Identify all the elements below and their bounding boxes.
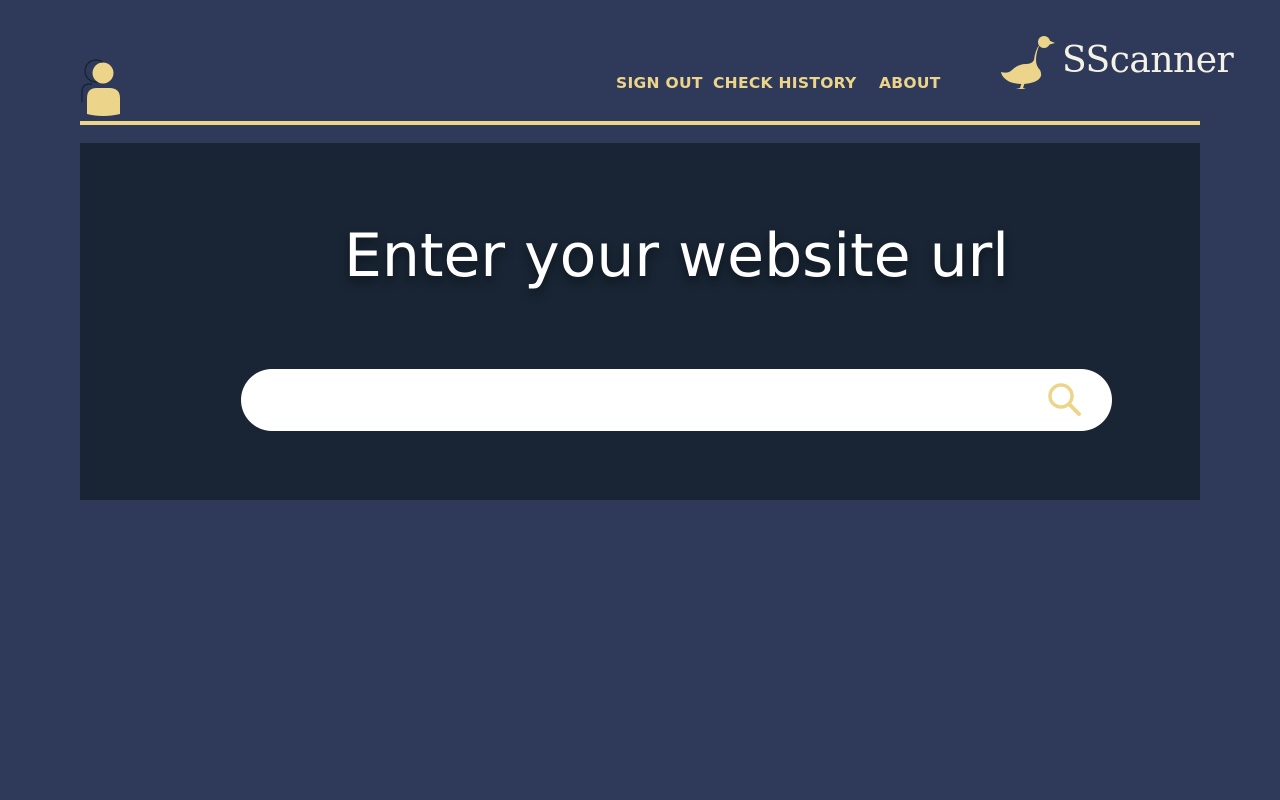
brand-logo[interactable]: SScanner xyxy=(1000,32,1234,92)
search-bar xyxy=(241,369,1112,433)
sign-out-link[interactable]: SIGN OUT xyxy=(616,74,703,92)
search-panel: Enter your website url xyxy=(80,143,1200,500)
header: SIGN OUT CHECK HISTORY ABOUT SScanner xyxy=(80,0,1234,127)
brand-name: SScanner xyxy=(1062,40,1234,81)
page-title: Enter your website url xyxy=(344,221,1009,291)
url-input[interactable] xyxy=(271,369,1035,433)
search-icon[interactable] xyxy=(1047,382,1083,418)
header-divider xyxy=(80,121,1200,125)
about-link[interactable]: ABOUT xyxy=(879,74,941,92)
page: SIGN OUT CHECK HISTORY ABOUT SScanner En… xyxy=(0,0,1280,800)
check-history-link[interactable]: CHECK HISTORY xyxy=(713,74,857,92)
